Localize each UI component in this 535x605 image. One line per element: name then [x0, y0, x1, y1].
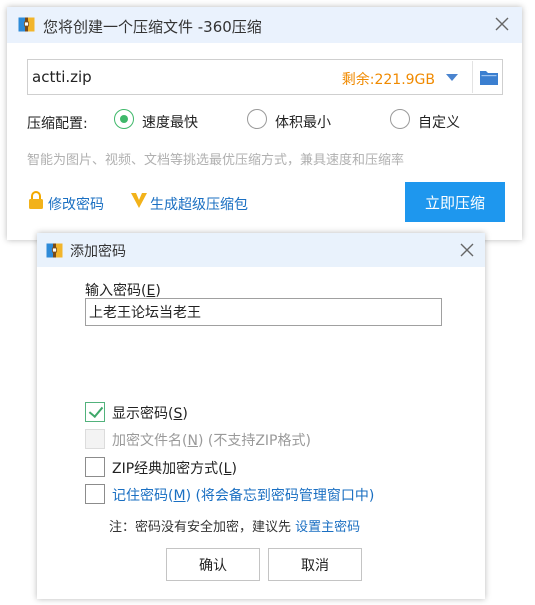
password-input[interactable] [85, 298, 442, 326]
checkbox-label: 加密文件名(N) (不支持ZIP格式) [112, 430, 311, 450]
close-icon[interactable] [493, 15, 511, 33]
checkbox-label: 显示密码(S) [112, 403, 188, 423]
super-package-label: 生成超级压缩包 [150, 197, 248, 213]
set-master-password-link[interactable]: 设置主密码 [295, 520, 360, 535]
label-text: ) [231, 461, 237, 477]
window-title: 您将创建一个压缩文件 -360压缩 [43, 18, 262, 36]
security-note: 注：密码没有安全加密，建议先 设置主密码 [109, 516, 360, 535]
label-text: 输入密码( [85, 283, 147, 299]
note-text: 注：密码没有安全加密，建议先 [109, 520, 296, 535]
checkbox-box [85, 457, 105, 477]
label-text: ) [155, 283, 161, 299]
lock-icon [29, 191, 43, 209]
radio-circle [390, 109, 410, 129]
archive-app-icon [18, 16, 35, 33]
close-icon[interactable] [458, 241, 476, 259]
radio-circle [114, 109, 134, 129]
compress-window: 您将创建一个压缩文件 -360压缩 剩余:221.9GB 压缩配置: 速度最快 … [7, 7, 522, 240]
label-text: ZIP经典加密方式( [112, 461, 224, 477]
password-input-label: 输入密码(E) [85, 280, 161, 300]
title-bar: 您将创建一个压缩文件 -360压缩 [7, 7, 522, 43]
file-name-input[interactable] [28, 60, 328, 94]
label-text: 记住密码( [112, 488, 174, 504]
radio-label: 自定义 [418, 115, 460, 131]
check-icon [85, 402, 105, 422]
accelerator-key: M [173, 488, 186, 504]
v-badge-icon [131, 193, 147, 208]
chevron-down-icon[interactable] [446, 74, 458, 81]
radio-label: 体积最小 [275, 115, 331, 131]
label-text: ) [182, 406, 188, 422]
cancel-button[interactable]: 取消 [268, 548, 362, 581]
add-password-dialog: 添加密码 输入密码(E) 显示密码(S) 加密文件名(N) (不支持ZIP格式)… [37, 233, 485, 599]
checkbox-label: ZIP经典加密方式(L) [112, 458, 237, 478]
label-text: 显示密码( [112, 406, 174, 422]
compress-now-button[interactable]: 立即压缩 [405, 182, 505, 222]
radio-label: 速度最快 [142, 115, 198, 131]
folder-icon [480, 71, 498, 85]
change-password-label: 修改密码 [48, 197, 104, 213]
free-space-label: 剩余:221.9GB [341, 72, 435, 88]
label-text: 加密文件名( [112, 433, 188, 449]
checkbox-label: 记住密码(M) (将会备忘到密码管理窗口中) [112, 485, 374, 505]
compression-config-label: 压缩配置: [27, 116, 88, 132]
checkbox-box [85, 429, 105, 449]
label-text: ) (不支持ZIP格式) [197, 433, 311, 449]
confirm-button[interactable]: 确认 [166, 548, 260, 581]
output-path-box: 剩余:221.9GB [27, 59, 503, 95]
dialog-title: 添加密码 [70, 244, 126, 260]
archive-app-icon [46, 242, 63, 259]
accelerator-key: E [146, 283, 156, 299]
checkbox-box [85, 484, 105, 504]
browse-folder-button[interactable] [472, 61, 503, 93]
smart-compress-hint: 智能为图片、视频、文档等挑选最优压缩方式，兼具速度和压缩率 [27, 153, 405, 168]
accelerator-key: N [187, 433, 198, 449]
label-text: ) (将会备忘到密码管理窗口中) [185, 488, 375, 504]
radio-circle [247, 109, 267, 129]
dialog-title-bar: 添加密码 [37, 233, 485, 267]
